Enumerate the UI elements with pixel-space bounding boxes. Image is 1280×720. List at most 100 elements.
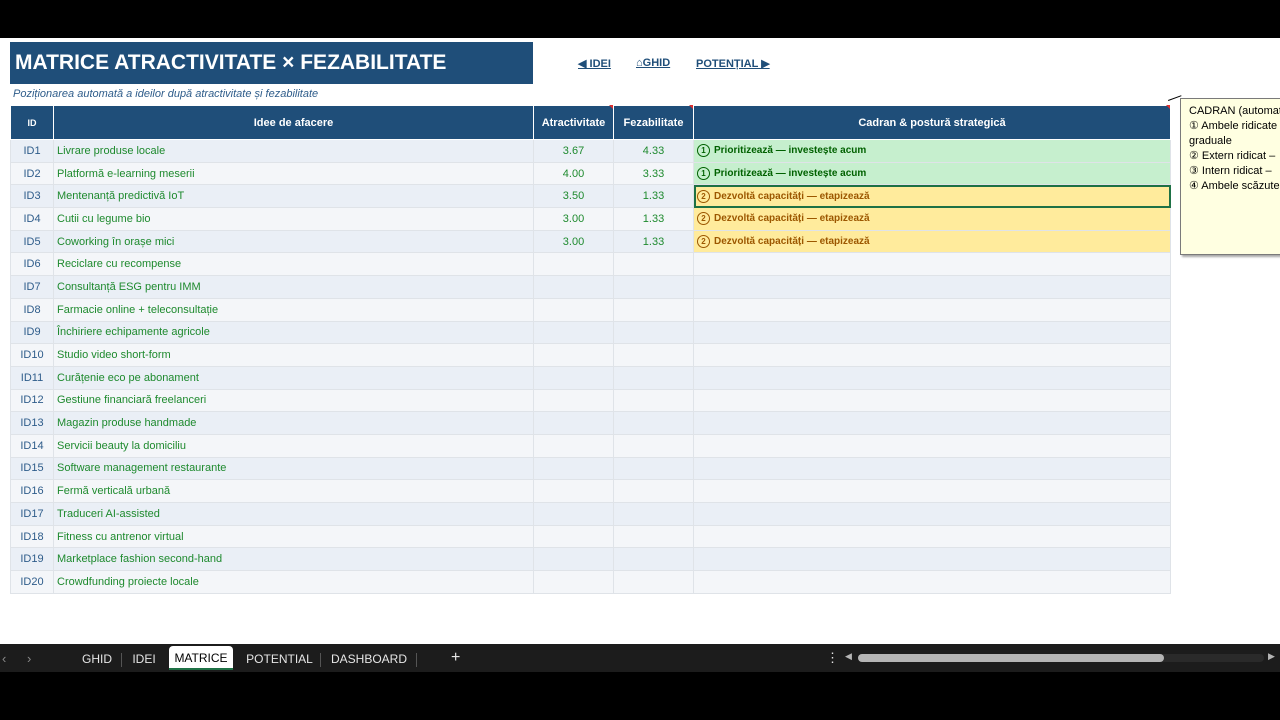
cell-quadrant[interactable] (693, 479, 1171, 503)
cell-attractiveness[interactable]: 3.00 (533, 229, 614, 254)
cell-idea[interactable]: Fermă verticală urbană (53, 479, 534, 503)
cell-feasibility[interactable] (613, 411, 694, 435)
cell-id[interactable]: ID16 (10, 479, 54, 503)
next-sheet-icon[interactable]: › (27, 651, 31, 666)
cell-feasibility[interactable] (613, 275, 694, 299)
cell-attractiveness[interactable] (533, 411, 614, 435)
more-options-icon[interactable]: ⋮ (826, 650, 839, 666)
column-header-attractiveness[interactable]: Atractivitate (533, 105, 614, 140)
cell-id[interactable]: ID4 (10, 207, 54, 231)
cell-feasibility[interactable]: 1.33 (613, 184, 694, 209)
cell-idea[interactable]: Crowdfunding proiecte locale (53, 570, 534, 594)
cell-id[interactable]: ID2 (10, 161, 54, 186)
cell-quadrant[interactable] (693, 502, 1171, 526)
cell-idea[interactable]: Magazin produse handmade (53, 411, 534, 435)
tab-ghid[interactable]: GHID (76, 650, 118, 668)
cell-idea[interactable]: Servicii beauty la domiciliu (53, 433, 534, 458)
cell-feasibility[interactable]: 1.33 (613, 229, 694, 254)
cell-idea[interactable]: Platformă e-learning meserii (53, 161, 534, 186)
cell-quadrant[interactable]: 2 Dezvoltă capacități — etapizează (693, 184, 1171, 209)
cell-attractiveness[interactable] (533, 524, 614, 549)
add-sheet-icon[interactable]: + (451, 649, 460, 667)
cell-quadrant[interactable] (693, 456, 1171, 481)
cell-feasibility[interactable] (613, 570, 694, 594)
cell-feasibility[interactable] (613, 388, 694, 413)
scroll-right-icon[interactable]: ▶ (1268, 651, 1275, 662)
cell-feasibility[interactable] (613, 320, 694, 345)
cell-attractiveness[interactable] (533, 502, 614, 526)
cell-quadrant[interactable] (693, 433, 1171, 458)
cell-attractiveness[interactable]: 3.00 (533, 207, 614, 231)
cell-feasibility[interactable] (613, 502, 694, 526)
cell-feasibility[interactable] (613, 252, 694, 277)
cell-feasibility[interactable] (613, 456, 694, 481)
cell-id[interactable]: ID1 (10, 139, 54, 163)
cell-feasibility[interactable] (613, 547, 694, 572)
cell-idea[interactable]: Fitness cu antrenor virtual (53, 524, 534, 549)
cell-attractiveness[interactable]: 3.67 (533, 139, 614, 163)
cell-quadrant[interactable] (693, 547, 1171, 572)
cell-idea[interactable]: Livrare produse locale (53, 139, 534, 163)
nav-link-potential[interactable]: POTENȚIAL ▶ (696, 57, 770, 70)
cell-idea[interactable]: Închiriere echipamente agricole (53, 320, 534, 345)
tab-potential[interactable]: POTENTIAL (243, 650, 316, 668)
cell-id[interactable]: ID9 (10, 320, 54, 345)
cell-attractiveness[interactable] (533, 547, 614, 572)
cell-quadrant[interactable] (693, 297, 1171, 322)
cell-idea[interactable]: Curățenie eco pe abonament (53, 365, 534, 390)
cell-quadrant[interactable] (693, 275, 1171, 299)
cell-idea[interactable]: Software management restaurante (53, 456, 534, 481)
cell-id[interactable]: ID14 (10, 433, 54, 458)
cell-quadrant[interactable] (693, 320, 1171, 345)
cell-idea[interactable]: Consultanță ESG pentru IMM (53, 275, 534, 299)
cell-feasibility[interactable]: 1.33 (613, 207, 694, 231)
cell-id[interactable]: ID6 (10, 252, 54, 277)
prev-sheet-icon[interactable]: ‹ (2, 651, 6, 666)
cell-idea[interactable]: Gestiune financiară freelanceri (53, 388, 534, 413)
cell-attractiveness[interactable] (533, 433, 614, 458)
cell-id[interactable]: ID7 (10, 275, 54, 299)
cell-feasibility[interactable] (613, 433, 694, 458)
cell-idea[interactable]: Farmacie online + teleconsultație (53, 297, 534, 322)
cell-feasibility[interactable] (613, 343, 694, 367)
cell-attractiveness[interactable] (533, 365, 614, 390)
cell-id[interactable]: ID15 (10, 456, 54, 481)
column-header-quadrant[interactable]: Cadran & postură strategică (693, 105, 1171, 140)
cell-id[interactable]: ID8 (10, 297, 54, 322)
tab-dashboard[interactable]: DASHBOARD (327, 650, 411, 668)
nav-link-idei[interactable]: ◀ IDEI (578, 57, 611, 70)
column-header-id[interactable]: ID (10, 105, 54, 140)
cell-quadrant[interactable] (693, 570, 1171, 594)
cell-attractiveness[interactable] (533, 456, 614, 481)
cell-idea[interactable]: Studio video short-form (53, 343, 534, 367)
cell-id[interactable]: ID20 (10, 570, 54, 594)
cell-quadrant[interactable] (693, 343, 1171, 367)
cell-id[interactable]: ID17 (10, 502, 54, 526)
cell-quadrant[interactable]: 2 Dezvoltă capacități — etapizează (693, 207, 1171, 231)
cell-quadrant[interactable]: 1 Prioritizează — investește acum (693, 139, 1171, 163)
cell-idea[interactable]: Coworking în orașe mici (53, 229, 534, 254)
cell-idea[interactable]: Cutii cu legume bio (53, 207, 534, 231)
scroll-left-icon[interactable]: ◀ (845, 651, 852, 662)
nav-link-ghid[interactable]: ⌂GHID (636, 57, 670, 69)
cell-attractiveness[interactable]: 3.50 (533, 184, 614, 209)
tab-matrice[interactable]: MATRICE (169, 646, 233, 670)
cell-attractiveness[interactable] (533, 320, 614, 345)
cell-feasibility[interactable] (613, 365, 694, 390)
cell-quadrant[interactable]: 1 Prioritizează — investește acum (693, 161, 1171, 186)
cell-attractiveness[interactable] (533, 297, 614, 322)
cell-idea[interactable]: Marketplace fashion second-hand (53, 547, 534, 572)
tab-idei[interactable]: IDEI (127, 650, 161, 668)
cell-id[interactable]: ID3 (10, 184, 54, 209)
cell-id[interactable]: ID18 (10, 524, 54, 549)
cell-attractiveness[interactable] (533, 479, 614, 503)
cell-quadrant[interactable] (693, 411, 1171, 435)
cell-id[interactable]: ID10 (10, 343, 54, 367)
cell-quadrant[interactable] (693, 365, 1171, 390)
cell-idea[interactable]: Mentenanță predictivă IoT (53, 184, 534, 209)
column-header-feasibility[interactable]: Fezabilitate (613, 105, 694, 140)
cell-idea[interactable]: Traduceri AI-assisted (53, 502, 534, 526)
cell-quadrant[interactable]: 2 Dezvoltă capacități — etapizează (693, 229, 1171, 254)
horizontal-scrollbar-thumb[interactable] (858, 654, 1164, 662)
cell-id[interactable]: ID11 (10, 365, 54, 390)
